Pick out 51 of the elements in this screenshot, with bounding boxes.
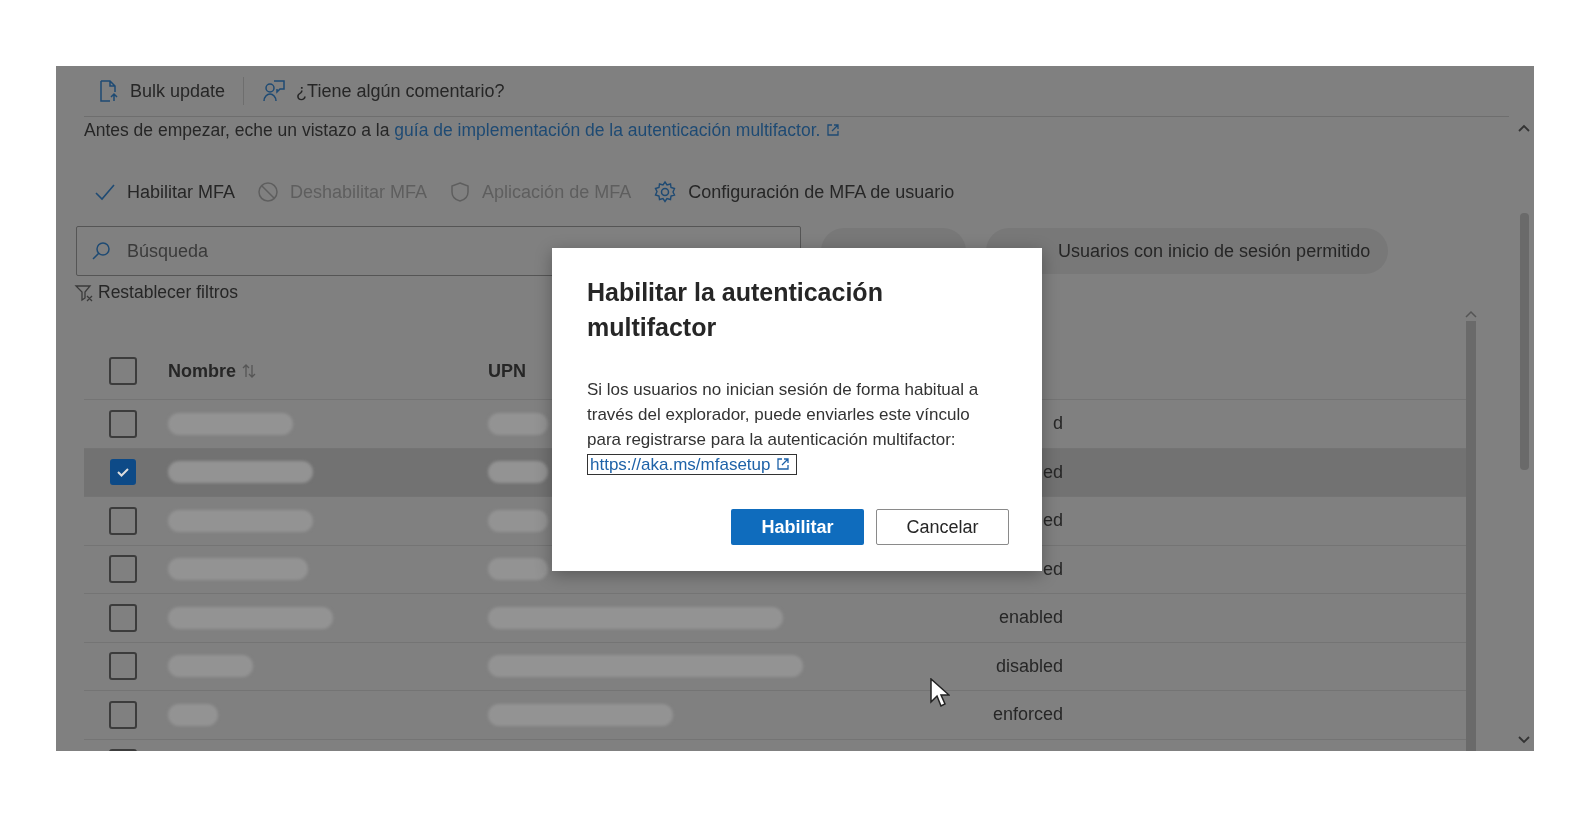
enable-button[interactable]: Habilitar (731, 509, 864, 545)
checkbox[interactable] (110, 459, 136, 486)
blurred-text (488, 558, 548, 581)
toolbar-button[interactable]: Bulk update (92, 79, 232, 103)
checkbox[interactable] (109, 652, 137, 681)
checkmark-icon (94, 182, 116, 202)
status-text: ed (1042, 510, 1063, 531)
search-icon (91, 241, 111, 261)
action-button[interactable]: Configuración de MFA de usuario (653, 180, 955, 204)
blurred-text (488, 461, 548, 484)
scrollbar[interactable] (1466, 321, 1476, 751)
feedback-icon (262, 79, 287, 103)
external-link-icon (826, 123, 841, 137)
scroll-up-icon[interactable] (1517, 123, 1531, 133)
settings-icon (653, 180, 678, 204)
dialog-text: Si los usuarios no inician sesión de forma habitual a través del explorador, puede enviarles este vínculo para registrarse para la autenticación multifactor: https://aka.ms/mfasetup (587, 379, 980, 477)
block-icon (257, 181, 280, 203)
info-text: Antes de empezar, eche un vistazo a la guía de implementación de la autenticación multifactor. (84, 120, 841, 141)
filter-icon (74, 282, 94, 303)
search-field[interactable]: Búsqueda (76, 226, 801, 276)
cursor-icon (930, 678, 950, 708)
external-link-icon (776, 457, 791, 471)
checkbox[interactable] (109, 506, 137, 535)
reset-filters-button[interactable]: Restablecer filtros (74, 282, 239, 303)
column-header[interactable]: UPN (488, 360, 526, 382)
checkbox[interactable] (109, 603, 137, 632)
cancel-button[interactable]: Cancelar (876, 509, 1009, 545)
toolbar-button[interactable]: ¿Tiene algún comentario? (256, 79, 511, 103)
checkbox[interactable] (109, 409, 137, 438)
action-button[interactable]: Habilitar MFA (94, 181, 236, 203)
status-text: ed (1042, 461, 1063, 482)
guide-link[interactable]: guía de implementación de la autenticación multifactor. (394, 120, 821, 140)
checkbox[interactable] (109, 700, 137, 729)
status-text: disabled (995, 655, 1063, 676)
document-icon (98, 79, 120, 103)
blurred-text (488, 412, 548, 435)
scroll-down-icon[interactable] (1517, 735, 1531, 745)
sort-icon (242, 363, 256, 379)
filter-chip[interactable]: Usuarios con inicio de sesión permitido (986, 228, 1389, 274)
status-text: ed (1042, 558, 1063, 579)
column-header[interactable]: Nombre (168, 360, 256, 382)
dialog-title: Habilitar la autenticación multifactor (587, 277, 884, 343)
status-text: d (1053, 413, 1063, 434)
setup-link[interactable]: https://aka.ms/mfasetup (587, 454, 798, 475)
checkbox[interactable] (109, 357, 137, 385)
scroll-up-icon[interactable] (1464, 309, 1478, 319)
checkbox[interactable] (109, 555, 137, 584)
blurred-text (488, 509, 548, 532)
status-text: enabled (998, 607, 1063, 628)
shield-icon (449, 181, 472, 203)
status-text: enforced (992, 704, 1063, 725)
